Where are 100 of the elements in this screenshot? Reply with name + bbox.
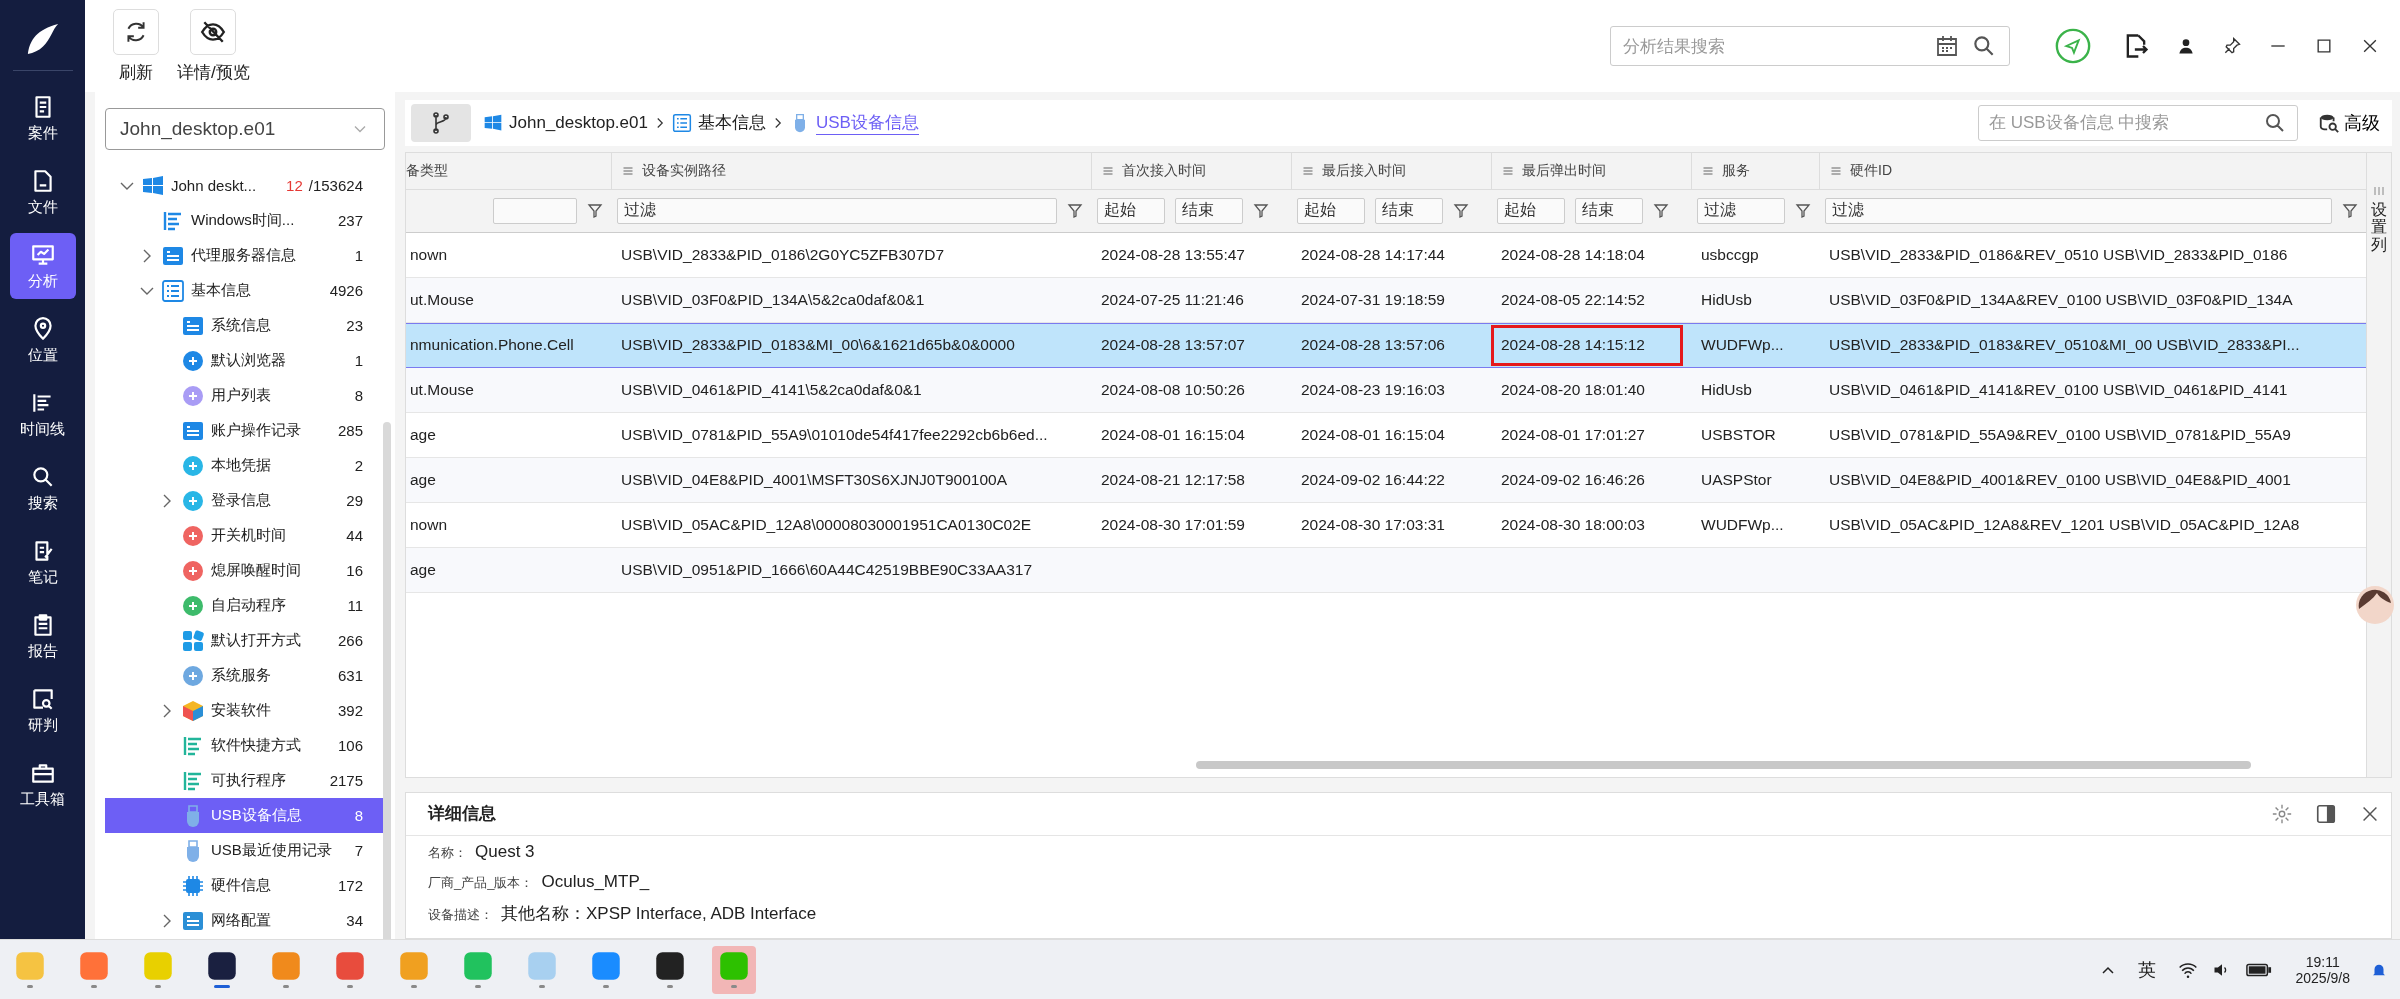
start-filter-field[interactable]: 起始 — [1497, 197, 1565, 224]
tree-item[interactable]: 安装软件 392 — [105, 693, 385, 728]
nav-item[interactable]: 分析 — [9, 233, 76, 299]
tree-item[interactable]: 硬件信息 172 — [105, 868, 385, 903]
start-filter-field[interactable]: 起始 — [1297, 197, 1365, 224]
column-header[interactable]: 备类型 — [406, 152, 611, 189]
tree-label: 代理服务器信息 — [191, 246, 297, 265]
tree-item[interactable]: 自启动程序 11 — [105, 588, 385, 623]
filter-icon[interactable] — [1453, 202, 1469, 219]
item-count: 266 — [337, 632, 363, 649]
nav-item[interactable]: 笔记 — [9, 529, 76, 595]
tree-item[interactable]: 默认打开方式 266 — [105, 623, 385, 658]
battery-icon[interactable] — [2245, 961, 2272, 978]
tree-item[interactable]: 熄屏唤醒时间 16 — [105, 553, 385, 588]
source-dropdown[interactable]: John_desktop.e01 — [105, 108, 385, 150]
preview-button[interactable] — [190, 8, 237, 55]
tree-item[interactable]: 开关机时间 44 — [105, 518, 385, 553]
refresh-button[interactable] — [113, 8, 159, 55]
user-icon[interactable] — [2176, 36, 2196, 56]
column-header[interactable]: 首次接入时间 — [1091, 152, 1291, 189]
filter-icon[interactable] — [1253, 202, 1269, 219]
nav-item[interactable]: 时间线 — [9, 381, 76, 447]
nav-item[interactable]: 工具箱 — [9, 751, 76, 817]
nav-item[interactable]: 案件 — [9, 85, 76, 151]
filter-icon[interactable] — [1067, 202, 1083, 219]
table-cell: USB\VID_0461&PID_4141&REV_0100 USB\VID_0461&PID_4141 — [1829, 380, 2288, 399]
item-count: 4926 — [329, 282, 363, 299]
scrollbar[interactable] — [383, 422, 391, 939]
filter-field[interactable]: 过滤 — [617, 197, 1057, 224]
filter-icon[interactable] — [587, 202, 603, 219]
calendar-icon[interactable] — [1935, 34, 1959, 58]
tree-item[interactable]: USB设备信息 8 — [105, 798, 385, 833]
table-cell: USB\VID_2833&PID_0183&MI_00\6&1621d65b&0&0000 — [621, 336, 1015, 355]
tree-item[interactable]: 系统服务 631 — [105, 658, 385, 693]
filter-icon[interactable] — [2342, 202, 2358, 219]
tree-item[interactable]: 代理服务器信息 1 — [105, 238, 385, 273]
table-row[interactable]: age USB\VID_04E8&PID_4001\MSFT30S6XJNJ0T900100A 2024-08-21 12:17:58 2024-09-02 16:44:22 2024-09-02 16:46:26 UASPStor USB\VID_04E8&PID_4001&REV_0100 USB\VID_04E8&PID_4001 — [406, 457, 2366, 503]
column-header[interactable]: 设备实例路径 — [611, 152, 1091, 189]
avatar[interactable] — [2355, 584, 2395, 625]
table-cell: 2024-08-30 17:01:59 — [1101, 515, 1245, 534]
pin-icon[interactable] — [2222, 36, 2242, 56]
panel-toggle-icon[interactable] — [2315, 802, 2337, 825]
column-header[interactable]: 服务 — [1691, 152, 1819, 189]
tree-item[interactable]: 网络配置 34 — [105, 903, 385, 938]
table-cell: usbccgp — [1701, 245, 1759, 264]
tree-item[interactable]: John deskt... 12 /153624 — [105, 168, 385, 203]
tree-item[interactable]: 登录信息 29 — [105, 483, 385, 518]
advanced-button[interactable]: 高级 — [2318, 110, 2380, 135]
menu-icon — [1502, 164, 1514, 177]
tree-item[interactable]: 本地凭据 2 — [105, 448, 385, 483]
tree-item[interactable]: 软件快捷方式 106 — [105, 728, 385, 763]
start-filter-field[interactable]: 起始 — [1097, 197, 1165, 224]
tree-item[interactable]: 默认浏览器 1 — [105, 343, 385, 378]
branch-button[interactable] — [411, 103, 471, 142]
filter-field[interactable] — [492, 197, 577, 224]
nav-item[interactable]: 研判 — [9, 677, 76, 743]
input-method[interactable]: 英 — [2137, 957, 2156, 982]
table-cell: 2024-08-28 13:57:07 — [1101, 336, 1245, 355]
table-row[interactable]: ut.Mouse USB\VID_0461&PID_4141\5&2ca0daf&0&1 2024-08-08 10:50:26 2024-08-23 19:16:03 2024-08-20 18:01:40 HidUsb USB\VID_0461&PID_4141&REV_0100 USB\VID_0461&PID_4141 — [406, 367, 2366, 413]
column-header[interactable]: 最后弹出时间 — [1491, 152, 1691, 189]
nav-item[interactable]: 位置 — [9, 307, 76, 373]
list-icon — [161, 278, 185, 303]
panel-title: 详细信息 — [428, 803, 496, 826]
end-filter-field[interactable]: 结束 — [1175, 197, 1243, 224]
nav-item[interactable]: 搜索 — [9, 455, 76, 521]
tree-item[interactable]: 可执行程序 2175 — [105, 763, 385, 798]
send-icon[interactable] — [2054, 27, 2092, 65]
tree-item[interactable]: 账户操作记录 285 — [105, 413, 385, 448]
tree-item[interactable]: 系统信息 23 — [105, 308, 385, 343]
nav-item[interactable]: 文件 — [9, 159, 76, 225]
nav-item[interactable]: 报告 — [9, 603, 76, 669]
breadcrumb-link[interactable]: 基本信息 — [697, 111, 766, 135]
filter-icon[interactable] — [1795, 202, 1811, 219]
filter-icon[interactable] — [1653, 202, 1669, 219]
filter-field[interactable]: 过滤 — [1825, 197, 2332, 224]
table-row[interactable]: ut.Mouse USB\VID_03F0&PID_134A\5&2ca0daf&0&1 2024-07-25 11:21:46 2024-07-31 19:18:59 2024-08-05 22:14:52 HidUsb USB\VID_03F0&PID_134A&REV_0100 USB\VID_03F0&PID_134A — [406, 277, 2366, 323]
column-header[interactable]: 最后接入时间 — [1291, 152, 1491, 189]
tree-item[interactable]: Windows时间... 237 — [105, 203, 385, 238]
table-row[interactable]: age USB\VID_0951&PID_1666\60A44C42519BBE90C33AA317 — [406, 547, 2366, 593]
breadcrumb-link[interactable]: John_desktop.e01 — [509, 112, 648, 133]
tree-item[interactable]: 基本信息 4926 — [105, 273, 385, 308]
column-settings-tab[interactable]: 设置列 — [2366, 152, 2391, 777]
clock-time[interactable]: 19:11 — [2305, 953, 2340, 970]
clock-date[interactable]: 2025/9/8 — [2295, 969, 2350, 986]
grid-icon — [181, 628, 205, 653]
settings-icon[interactable] — [2271, 802, 2293, 825]
table-cell: ut.Mouse — [410, 290, 474, 309]
tree-label: 用户列表 — [211, 386, 272, 405]
scrollbar[interactable] — [1196, 760, 2251, 769]
breadcrumb-link[interactable]: USB设备信息 — [815, 110, 919, 135]
tree-item[interactable]: USB最近使用记录 7 — [105, 833, 385, 868]
item-count: 392 — [337, 702, 363, 719]
table-row[interactable]: nmunication.Phone.Cell USB\VID_2833&PID_0183&MI_00\6&1621d65b&0&0000 2024-08-28 13:57:07 2024-08-28 13:57:06 2024-08-28 14:15:12 WUDFWp... USB\VID_2833&PID_0183&REV_0510&MI_00 USB\VID_2833&PI... — [406, 322, 2366, 368]
table-cell: 2024-08-01 16:15:04 — [1301, 425, 1445, 444]
end-filter-field[interactable]: 结束 — [1575, 197, 1643, 224]
tree-item[interactable]: 用户列表 8 — [105, 378, 385, 413]
table-cell: USB\VID_2833&PID_0186&REV_0510 USB\VID_2833&PID_0186 — [1829, 245, 2288, 264]
tree-label: John deskt... — [171, 177, 258, 194]
filter-field[interactable]: 过滤 — [1697, 197, 1785, 224]
end-filter-field[interactable]: 结束 — [1375, 197, 1443, 224]
